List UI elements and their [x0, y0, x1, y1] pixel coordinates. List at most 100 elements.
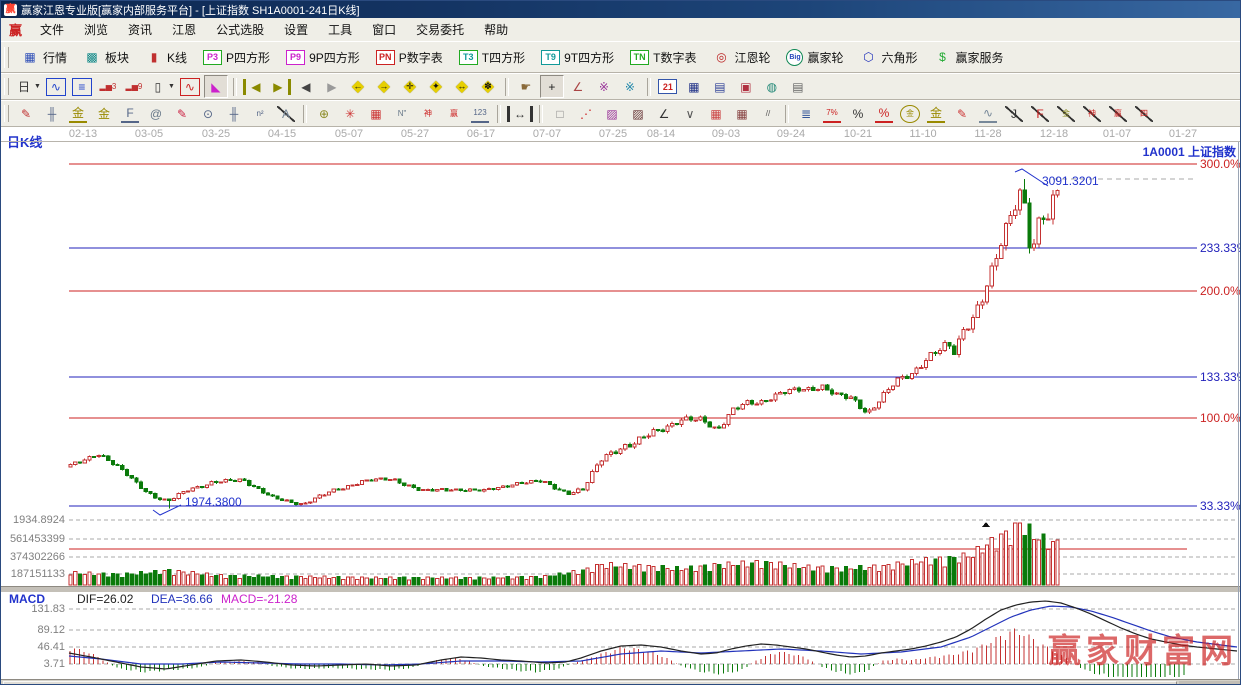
scrollbar-thumb[interactable] — [3, 681, 1177, 684]
starburst-tool[interactable]: ✳ — [338, 102, 362, 125]
ying-angle-tool[interactable]: 赢 — [1106, 102, 1130, 125]
n-quote-tool[interactable]: Ν" — [390, 102, 414, 125]
nav-last-button[interactable]: ▶ — [268, 75, 292, 98]
bars-3-tool[interactable]: ▂▅3 — [96, 75, 120, 98]
report-button[interactable]: ▤ — [708, 75, 732, 98]
ruler-123-tool[interactable]: 123 — [468, 102, 492, 125]
gold-line-tool[interactable]: 金 — [924, 102, 948, 125]
low-price-annotation[interactable]: 1974.3800 — [185, 495, 242, 509]
nav-first-button[interactable]: ◀ — [242, 75, 266, 98]
peak-price-annotation[interactable]: 3091.3201 — [1042, 174, 1099, 188]
brush-tool[interactable]: ✎ — [14, 102, 38, 125]
pen-red-tool[interactable]: ✎ — [950, 102, 974, 125]
expand-diamond[interactable]: ◆ ✛ — [398, 75, 422, 98]
menu-item-8[interactable]: 交易委托 — [406, 18, 474, 41]
kline-button[interactable]: ▮ K线 — [137, 46, 195, 69]
red-grid-tool[interactable]: ▦ — [704, 102, 728, 125]
fan-red-tool[interactable]: ⋰ — [574, 102, 598, 125]
parallel-tool[interactable]: // — [756, 102, 780, 125]
width-arrows-tool[interactable]: ↔ — [506, 102, 534, 125]
bars-9-tool[interactable]: ▂▅9 — [122, 75, 146, 98]
crosshair-tool[interactable]: + — [539, 75, 564, 98]
t-number-table-button[interactable]: TN T数字表 — [622, 46, 704, 69]
f-angle-tool[interactable]: F — [1028, 102, 1052, 125]
menu-item-3[interactable]: 江恩 — [162, 18, 206, 41]
pane-splitter-volume-macd[interactable] — [1, 586, 1240, 593]
angle-tool[interactable]: ∠ — [566, 75, 590, 98]
gold-angle-tool[interactable]: 金 — [1054, 102, 1078, 125]
grid-target-tool[interactable]: ▦ — [364, 102, 388, 125]
angle-fan-tool[interactable]: ∠ — [652, 102, 676, 125]
percent-line-tool[interactable]: % — [872, 102, 896, 125]
shen-grid-tool[interactable]: 神 — [416, 102, 440, 125]
menu-item-2[interactable]: 资讯 — [118, 18, 162, 41]
menu-item-4[interactable]: 公式选股 — [206, 18, 274, 41]
grid-lines-tool[interactable]: ╫ — [40, 102, 64, 125]
center-diamond[interactable]: ◆ ✽ — [476, 75, 500, 98]
fan-box-tool[interactable]: ▨ — [600, 102, 624, 125]
candle-width-dropdown[interactable]: ▯ ▼ — [148, 75, 176, 98]
spiral-tool[interactable]: @ — [144, 102, 168, 125]
clock-circle-tool[interactable]: ⊙ — [196, 102, 220, 125]
shen-angle-tool[interactable]: 神 — [1080, 102, 1104, 125]
toolbar-grip[interactable] — [4, 104, 9, 123]
export-button[interactable]: ◍ — [760, 75, 784, 98]
j-angle-tool[interactable]: J — [1002, 102, 1026, 125]
gann-wheel-button[interactable]: ◎ 江恩轮 — [704, 46, 778, 69]
percent-angle-tool[interactable]: 7% — [820, 102, 844, 125]
zigzag-red-tool[interactable]: ∿ — [178, 75, 202, 98]
kline-style-dropdown[interactable]: 日 ▼ — [14, 75, 42, 98]
menu-item-5[interactable]: 设置 — [274, 18, 318, 41]
p-square-button[interactable]: P3 P四方形 — [195, 46, 278, 69]
v-lines-tool[interactable]: ∨ — [678, 102, 702, 125]
a-ruler-tool[interactable]: A — [274, 102, 298, 125]
red-grid2-tool[interactable]: ▦ — [730, 102, 754, 125]
hexagon-button[interactable]: ⬡ 六角形 — [852, 46, 926, 69]
zoom-left-diamond[interactable]: ◆ ← — [346, 75, 370, 98]
wave-a-tool[interactable]: ∿ — [976, 102, 1000, 125]
pan-diamond[interactable]: ◆ ↔ — [450, 75, 474, 98]
knot-cyan-tool[interactable]: ※ — [618, 75, 642, 98]
sectors-button[interactable]: ▩ 板块 — [75, 46, 137, 69]
trend-flag-tool[interactable]: ◣ — [203, 75, 228, 98]
compress-diamond[interactable]: ◆ ✦ — [424, 75, 448, 98]
percent-tool[interactable]: % — [846, 102, 870, 125]
winner-wheel-button[interactable]: Big 赢家轮 — [778, 46, 851, 69]
p9-square-button[interactable]: P9 9P四方形 — [278, 46, 368, 69]
fan-box2-tool[interactable]: ▨ — [626, 102, 650, 125]
si-angle-tool[interactable]: 四 — [1132, 102, 1156, 125]
hash-tool[interactable]: ╫ — [222, 102, 246, 125]
print-button[interactable]: ▤ — [786, 75, 810, 98]
horizontal-scrollbar[interactable] — [1, 679, 1240, 684]
scrollbar-track-right[interactable] — [1179, 681, 1240, 684]
calculator-button[interactable]: ▦ — [682, 75, 706, 98]
frame-tool[interactable]: □ — [548, 102, 572, 125]
macd-pane-label[interactable]: MACD — [9, 592, 45, 606]
zigzag-blue-tool[interactable]: ∿ — [44, 75, 68, 98]
nav-next-button[interactable]: ▶ — [320, 75, 344, 98]
nav-prev-button[interactable]: ◀ — [294, 75, 318, 98]
info-note-tool[interactable]: ≡ — [70, 75, 94, 98]
gold-grid-tool[interactable]: 金 — [66, 102, 90, 125]
knot-purple-tool[interactable]: ※ — [592, 75, 616, 98]
brush2-tool[interactable]: ✎ — [170, 102, 194, 125]
hand-tool[interactable]: ☛ — [514, 75, 538, 98]
winner-service-button[interactable]: $ 赢家服务 — [926, 46, 1012, 69]
n2-tool[interactable]: n² — [248, 102, 272, 125]
menu-item-9[interactable]: 帮助 — [474, 18, 518, 41]
gold-circle-tool[interactable]: 金 — [898, 102, 922, 125]
gold-grid2-tool[interactable]: 金 — [92, 102, 116, 125]
compass-tool[interactable]: ⊕ — [312, 102, 336, 125]
toolbar-grip[interactable] — [4, 77, 9, 96]
t9-square-button[interactable]: T9 9T四方形 — [533, 46, 622, 69]
ying-grid-tool[interactable]: 赢 — [442, 102, 466, 125]
save-button[interactable]: ▣ — [734, 75, 758, 98]
t-square-button[interactable]: T3 T四方形 — [451, 46, 533, 69]
menu-item-1[interactable]: 浏览 — [74, 18, 118, 41]
p-number-table-button[interactable]: PN P数字表 — [368, 46, 451, 69]
zoom-right-diamond[interactable]: ◆ → — [372, 75, 396, 98]
menu-item-6[interactable]: 工具 — [318, 18, 362, 41]
table-values-tool[interactable]: ≣ — [794, 102, 818, 125]
market-quotes-button[interactable]: ▦ 行情 — [13, 46, 75, 69]
menu-item-7[interactable]: 窗口 — [362, 18, 406, 41]
